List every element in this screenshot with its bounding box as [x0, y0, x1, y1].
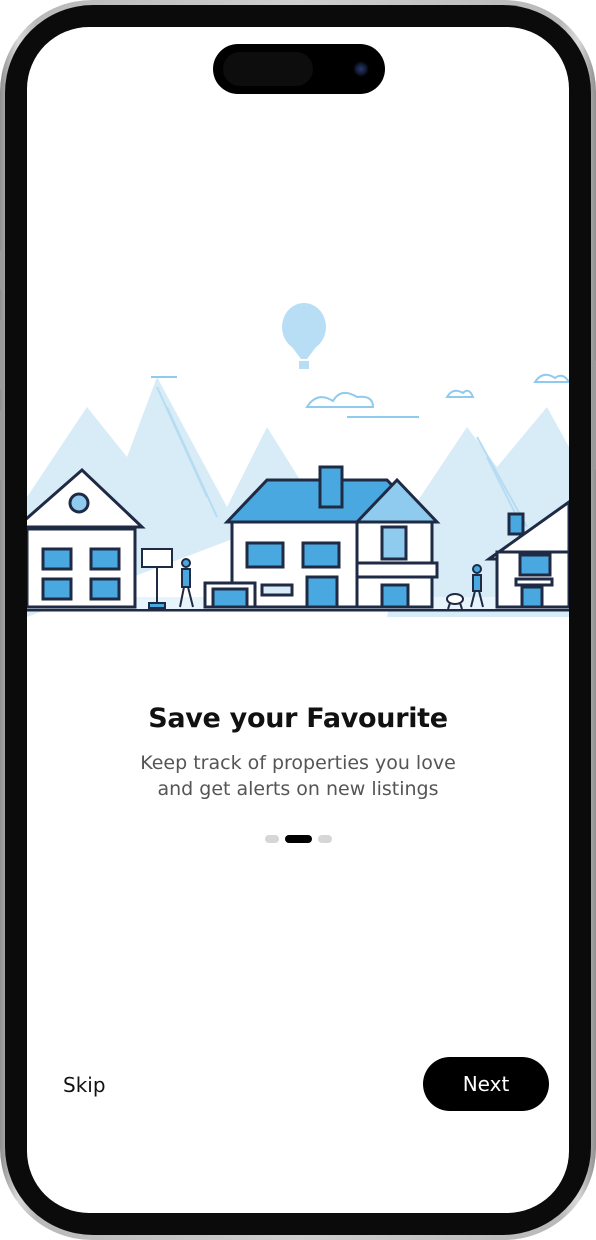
page-title: Save your Favourite [148, 703, 448, 734]
skip-button[interactable]: Skip [63, 1073, 106, 1097]
page-description: Keep track of properties you love and ge… [87, 750, 509, 802]
description-line-2: and get alerts on new listings [157, 778, 439, 800]
hot-air-balloon-icon [282, 303, 326, 369]
onboarding-screen: Save your Favourite Keep track of proper… [27, 27, 569, 1213]
page-indicator [27, 835, 569, 843]
dynamic-island [213, 44, 385, 94]
page-indicator-dot-2-active[interactable] [284, 835, 312, 843]
clouds [151, 373, 569, 418]
sensor-area [223, 52, 313, 86]
street-with-houses-illustration [27, 303, 569, 617]
page-indicator-dot-1[interactable] [264, 835, 279, 843]
next-button-label: Next [462, 1072, 510, 1096]
front-camera-icon [353, 61, 369, 77]
volume-up-button [0, 320, 4, 390]
power-button [592, 360, 596, 470]
volume-down-button [0, 410, 4, 480]
action-button [0, 250, 4, 290]
description-line-1: Keep track of properties you love [140, 752, 456, 774]
next-button[interactable]: Next [423, 1057, 549, 1111]
page-indicator-dot-3[interactable] [317, 835, 332, 843]
